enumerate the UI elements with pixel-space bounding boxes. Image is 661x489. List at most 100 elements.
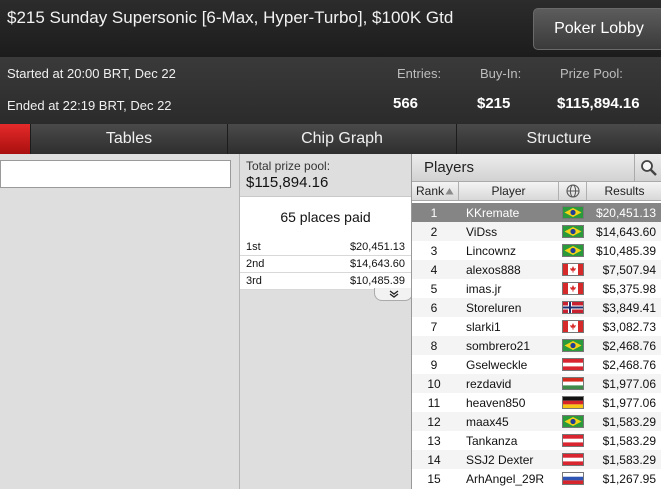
sort-ascending-icon	[445, 188, 454, 195]
norway-flag-icon	[562, 301, 584, 314]
prizepool-value: $115,894.16	[557, 95, 640, 112]
player-row[interactable]: 7 slarki1 $3,082.73	[412, 317, 661, 336]
country-column-header[interactable]	[559, 182, 587, 201]
players-header: Players	[412, 154, 661, 182]
canada-flag-icon	[562, 320, 584, 333]
player-rank: 10	[427, 377, 441, 391]
entries-label: Entries:	[397, 66, 442, 81]
poker-lobby-button[interactable]: Poker Lobby	[533, 8, 661, 50]
places-paid-box: 65 places paid	[240, 196, 411, 240]
magnifier-icon	[641, 159, 657, 176]
canada-flag-icon	[562, 263, 584, 276]
rank-column-header[interactable]: Rank	[412, 182, 459, 201]
payout-place: 1st	[246, 241, 261, 253]
player-result: $2,468.76	[602, 358, 656, 372]
brazil-flag-icon	[562, 244, 584, 257]
results-column-label: Results	[604, 184, 645, 198]
globe-icon	[565, 184, 580, 198]
player-row[interactable]: 11 heaven850 $1,977.06	[412, 393, 661, 412]
brazil-flag-icon	[562, 415, 584, 428]
player-row[interactable]: 9 Gselweckle $2,468.76	[412, 355, 661, 374]
player-rank: 14	[427, 453, 441, 467]
tab-chip-graph[interactable]: Chip Graph	[227, 124, 456, 154]
player-column-label: Player	[491, 184, 526, 198]
title-bar: $215 Sunday Supersonic [6-Max, Hyper-Tur…	[0, 0, 661, 57]
canada-flag-icon	[562, 282, 584, 295]
player-row[interactable]: 6 Storeluren $3,849.41	[412, 298, 661, 317]
player-row[interactable]: 15 ArhAngel_29R $1,267.95	[412, 469, 661, 488]
player-rank: 1	[430, 206, 438, 220]
places-paid-text: 65 places paid	[280, 209, 371, 225]
player-rank: 2	[430, 225, 438, 239]
russia-flag-icon	[562, 472, 584, 485]
player-row[interactable]: 12 maax45 $1,583.29	[412, 412, 661, 431]
player-row[interactable]: 10 rezdavid $1,977.06	[412, 374, 661, 393]
player-row[interactable]: 14 SSJ2 Dexter $1,583.29	[412, 450, 661, 469]
player-name: heaven850	[466, 396, 526, 410]
player-result: $1,583.29	[602, 434, 656, 448]
tab-bar: Tables Chip Graph Structure	[0, 124, 661, 154]
players-title: Players	[424, 159, 475, 176]
tab-lobby-active[interactable]	[0, 124, 30, 154]
player-rank: 8	[430, 339, 438, 353]
tab-structure[interactable]: Structure	[456, 124, 661, 154]
player-result: $20,451.13	[595, 206, 656, 220]
player-result: $10,485.39	[595, 244, 656, 258]
player-row[interactable]: 5 imas.jr $5,375.98	[412, 279, 661, 298]
buyin-value: $215	[477, 95, 511, 112]
results-column-header[interactable]: Results	[587, 182, 661, 201]
player-result: $2,468.76	[602, 339, 656, 353]
player-search-button[interactable]	[634, 154, 661, 181]
player-result: $7,507.94	[602, 263, 656, 277]
brazil-flag-icon	[562, 206, 584, 219]
payout-list: 1st $20,451.13 2nd $14,643.60 3rd $10,48…	[240, 239, 411, 290]
player-name: rezdavid	[466, 377, 512, 391]
player-name: ArhAngel_29R	[466, 472, 545, 486]
buyin-label: Buy-In:	[480, 66, 522, 81]
tournament-info-bar: Started at 20:00 BRT, Dec 22 Ended at 22…	[0, 57, 661, 124]
tournament-title: $215 Sunday Supersonic [6-Max, Hyper-Tur…	[7, 8, 454, 27]
ended-time: Ended at 22:19 BRT, Dec 22	[7, 98, 172, 113]
player-rank: 11	[427, 396, 441, 410]
player-name: alexos888	[466, 263, 521, 277]
players-list: 1 KKremate $20,451.13 2 ViDss $14,643.60 3 Linc…	[412, 203, 661, 488]
players-panel: Players Rank Player Results 1 KKremate $20…	[411, 154, 661, 489]
player-result: $3,849.41	[602, 301, 656, 315]
double-chevron-down-icon	[389, 290, 398, 298]
player-name: Gselweckle	[466, 358, 528, 372]
player-rank: 15	[427, 472, 441, 486]
player-name: Storeluren	[466, 301, 522, 315]
player-rank: 13	[427, 434, 441, 448]
player-name: Lincownz	[466, 244, 517, 258]
player-column-header[interactable]: Player	[459, 182, 559, 201]
player-name: SSJ2 Dexter	[466, 453, 534, 467]
prizepool-label: Prize Pool:	[560, 66, 623, 81]
player-row[interactable]: 13 Tankanza $1,583.29	[412, 431, 661, 450]
player-row[interactable]: 2 ViDss $14,643.60	[412, 222, 661, 241]
table-search-input[interactable]	[0, 160, 231, 188]
left-panel	[0, 154, 239, 489]
austria-flag-icon	[562, 358, 584, 371]
player-result: $1,977.06	[602, 396, 656, 410]
player-row[interactable]: 1 KKremate $20,451.13	[412, 203, 661, 222]
player-result: $3,082.73	[602, 320, 656, 334]
expand-payouts-button[interactable]	[374, 288, 413, 301]
player-row[interactable]: 8 sombrero21 $2,468.76	[412, 336, 661, 355]
player-rank: 9	[430, 358, 438, 372]
brazil-flag-icon	[562, 339, 584, 352]
entries-value: 566	[393, 95, 419, 112]
brazil-flag-icon	[562, 225, 584, 238]
player-row[interactable]: 3 Lincownz $10,485.39	[412, 241, 661, 260]
player-result: $1,977.06	[602, 377, 656, 391]
payout-row: 2nd $14,643.60	[240, 256, 411, 273]
player-name: KKremate	[466, 206, 520, 220]
germany-flag-icon	[562, 396, 584, 409]
player-result: $1,583.29	[602, 453, 656, 467]
tab-tables[interactable]: Tables	[30, 124, 227, 154]
player-rank: 12	[427, 415, 441, 429]
player-result: $5,375.98	[602, 282, 656, 296]
player-rank: 7	[430, 320, 438, 334]
player-name: sombrero21	[466, 339, 531, 353]
player-row[interactable]: 4 alexos888 $7,507.94	[412, 260, 661, 279]
player-result: $1,267.95	[602, 472, 656, 486]
